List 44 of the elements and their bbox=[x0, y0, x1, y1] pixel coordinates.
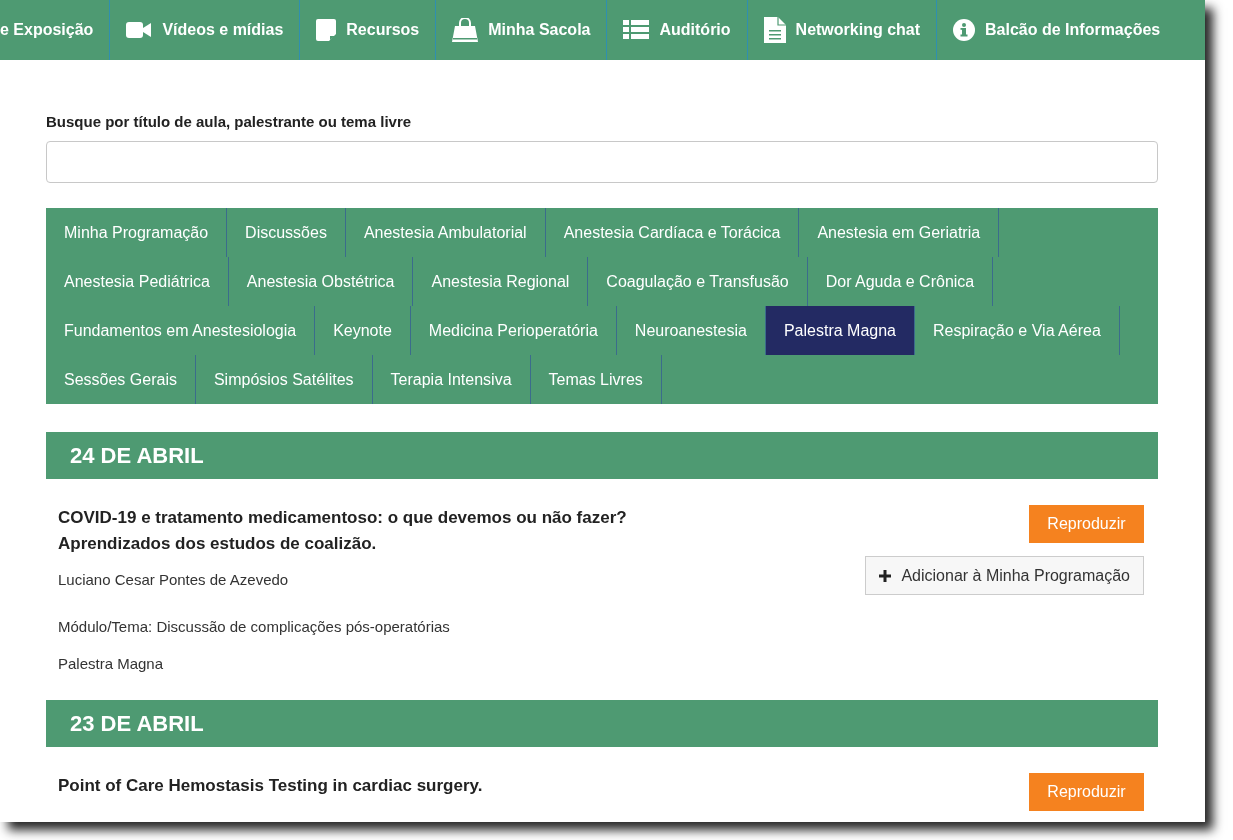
category-tab[interactable]: Neuroanestesia bbox=[616, 306, 766, 355]
category-tab[interactable]: Keynote bbox=[315, 306, 411, 355]
search-field[interactable] bbox=[46, 141, 1158, 183]
nav-link[interactable]: Auditório bbox=[607, 0, 748, 60]
category-tab[interactable]: Simpósios Satélites bbox=[195, 355, 373, 404]
play-button[interactable]: Reproduzir bbox=[1029, 773, 1144, 811]
category-tab[interactable]: Anestesia Obstétrica bbox=[228, 257, 414, 306]
category-tab[interactable]: Discussões bbox=[227, 208, 346, 257]
category-tab[interactable]: Temas Livres bbox=[530, 355, 662, 404]
search-label: Busque por título de aula, palestrante ou tema livre bbox=[46, 113, 413, 130]
nav-link[interactable]: Vídeos e mídias bbox=[110, 0, 301, 60]
shopping-bag-icon bbox=[452, 18, 479, 42]
date-header: 24 DE ABRIL bbox=[46, 432, 1158, 479]
category-tab[interactable]: Anestesia em Geriatria bbox=[799, 208, 1000, 257]
session-title: Point of Care Hemostasis Testing in cardiac surgery. bbox=[58, 775, 484, 797]
category-tab[interactable]: Fundamentos em Anestesiologia bbox=[46, 306, 316, 355]
nav-link[interactable]: Balcão de Informações bbox=[937, 0, 1205, 60]
play-button[interactable]: Reproduzir bbox=[1029, 505, 1144, 543]
video-camera-icon bbox=[126, 21, 153, 39]
category-tab[interactable]: Palestra Magna bbox=[765, 306, 915, 355]
nav-link[interactable]: Recursos bbox=[300, 0, 437, 60]
list-icon bbox=[623, 20, 650, 40]
document-icon bbox=[763, 17, 786, 43]
category-tab[interactable]: Minha Programação bbox=[46, 208, 228, 257]
category-tab[interactable]: Anestesia Cardíaca e Torácica bbox=[545, 208, 800, 257]
category-tab[interactable]: Medicina Perioperatória bbox=[410, 306, 617, 355]
info-icon bbox=[953, 19, 976, 41]
category-tab[interactable]: Respiração e Via Aérea bbox=[915, 306, 1120, 355]
category-text: Palestra Magna bbox=[58, 655, 165, 672]
note-icon bbox=[316, 19, 337, 41]
category-tab[interactable]: Anestesia Pediátrica bbox=[46, 257, 229, 306]
session-title: COVID-19 e tratamento medicamentoso: o que devemos ou não fazer? Aprendizados dos estudos de coalizão. bbox=[58, 507, 628, 555]
category-tab[interactable]: Anestesia Regional bbox=[413, 257, 589, 306]
category-tab[interactable]: Anestesia Ambulatorial bbox=[345, 208, 546, 257]
date-header: 23 DE ABRIL bbox=[46, 700, 1158, 747]
category-tab[interactable]: Sessões Gerais bbox=[46, 355, 196, 404]
module-text: Módulo/Tema: Discussão de complicações pós-operatórias bbox=[58, 618, 451, 635]
category-tab[interactable]: Terapia Intensiva bbox=[372, 355, 531, 404]
nav-link[interactable]: e Exposição bbox=[0, 0, 111, 60]
nav-link[interactable]: Networking chat bbox=[747, 0, 938, 60]
nav-link[interactable]: Minha Sacola bbox=[436, 0, 608, 60]
plus-icon bbox=[879, 569, 892, 582]
add-button[interactable]: Adicionar à Minha Programação bbox=[865, 556, 1144, 595]
speaker-name: Luciano Cesar Pontes de Azevedo bbox=[58, 571, 290, 588]
